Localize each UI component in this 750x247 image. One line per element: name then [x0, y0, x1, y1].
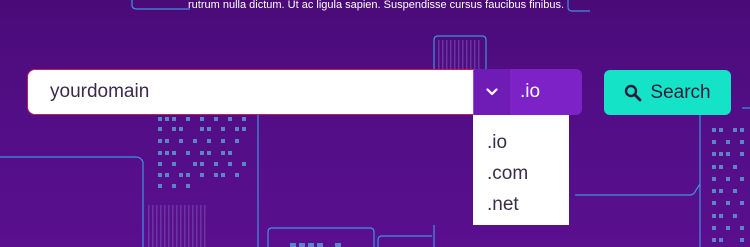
tagline-text: rutrum nulla dictum. Ut ac ligula sapien…	[188, 0, 565, 11]
city-skyline-background	[0, 0, 750, 247]
tld-option-com[interactable]: .com	[473, 158, 569, 189]
tld-select[interactable]: .io	[473, 69, 582, 115]
tld-dropdown-menu: .io .com .net	[473, 115, 569, 225]
search-icon	[624, 84, 642, 102]
domain-search-input[interactable]	[27, 69, 473, 115]
tld-selected-value: .io	[520, 81, 541, 102]
search-button-label: Search	[650, 81, 711, 103]
tld-option-io[interactable]: .io	[473, 127, 569, 158]
chevron-down-icon[interactable]	[473, 69, 510, 115]
search-button[interactable]: Search	[604, 70, 731, 115]
tld-option-net[interactable]: .net	[473, 189, 569, 220]
